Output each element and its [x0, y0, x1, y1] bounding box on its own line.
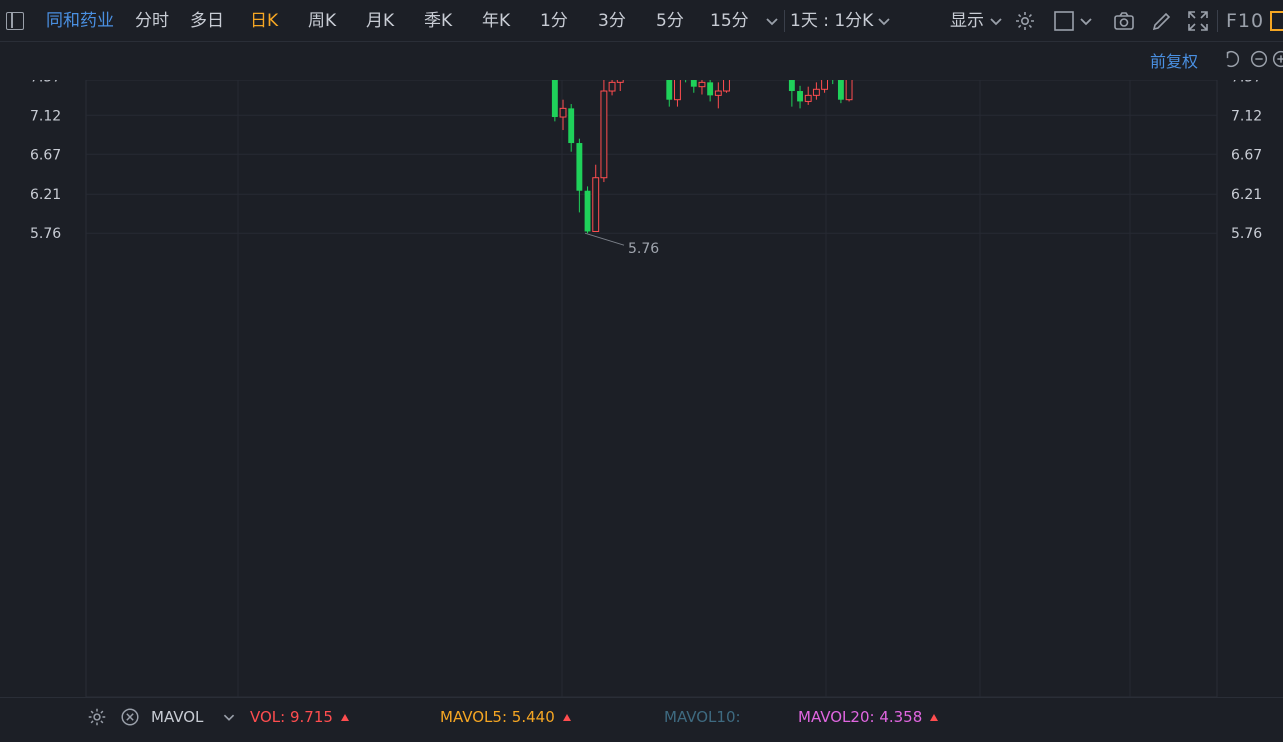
tab-1min[interactable]: 1分	[540, 0, 568, 42]
pencil-icon[interactable]	[1150, 9, 1174, 33]
mavol5-value: 5.440	[511, 708, 555, 726]
mavol5-readout: MAVOL5: 5.440	[440, 698, 571, 738]
layout-chevron-down-icon[interactable]	[1074, 9, 1098, 33]
candle-body-up	[812, 88, 820, 96]
chart-grid	[85, 80, 1218, 697]
candle-body-up	[714, 90, 722, 96]
indicator-chevron-down-icon[interactable]	[218, 706, 240, 728]
candle-body-up	[723, 80, 730, 92]
price-tick-right: 7.57	[1231, 80, 1262, 85]
tab-5min[interactable]: 5分	[656, 0, 684, 42]
candle-body-down	[788, 80, 795, 92]
candle-body-down	[797, 91, 803, 102]
stock-name[interactable]: 同和药业	[46, 0, 114, 42]
close-icon[interactable]	[119, 706, 141, 728]
indicator-settings-gear-icon[interactable]	[86, 706, 108, 728]
zoom-out-icon[interactable]	[1248, 48, 1270, 70]
vol-readout: VOL: 9.715	[250, 698, 349, 738]
candle-body-up	[592, 177, 600, 232]
mavol20-readout: MAVOL20: 4.358	[798, 698, 939, 738]
price-tick-right: 7.12	[1231, 108, 1262, 124]
price-tick-right: 5.76	[1231, 226, 1262, 242]
price-tick-left: 7.57	[30, 80, 61, 85]
tab-yearly-k[interactable]: 年K	[482, 0, 510, 42]
candle-body-down	[707, 82, 714, 96]
tab-monthly-k[interactable]: 月K	[366, 0, 394, 42]
up-triangle-icon	[340, 714, 349, 721]
price-tick-left: 5.76	[30, 226, 61, 242]
candle-body-up	[821, 80, 829, 90]
candle-body-up	[600, 90, 608, 179]
price-tick-right: 6.21	[1231, 187, 1262, 203]
tab-quarterly-k[interactable]: 季K	[424, 0, 452, 42]
tab-multi-day[interactable]: 多日	[190, 0, 224, 42]
zoom-in-icon[interactable]	[1270, 48, 1283, 70]
sidebar-toggle-icon[interactable]	[6, 12, 24, 30]
price-axis-right: 12.1011.6411.1910.7410.299.839.388.938.4…	[1231, 80, 1262, 242]
undo-icon[interactable]	[1222, 48, 1244, 70]
candle-body-down	[568, 108, 575, 144]
low-price-label: 5.76	[628, 241, 659, 257]
mavol20-label: MAVOL20:	[798, 708, 875, 726]
price-axis-left: 12.1011.6411.1910.7410.299.839.388.938.4…	[30, 80, 61, 242]
candle-body-down	[551, 80, 558, 118]
candle-body-up	[804, 94, 812, 102]
side-panel-tab[interactable]	[1270, 11, 1283, 31]
candle-body-up	[608, 81, 616, 92]
tab-weekly-k[interactable]: 周K	[308, 0, 336, 42]
price-tick-left: 6.21	[30, 187, 61, 203]
candle-body-up	[698, 81, 706, 88]
gear-icon[interactable]	[1013, 9, 1037, 33]
vol-value: 9.715	[290, 708, 333, 726]
tab-intraday[interactable]: 分时	[135, 0, 169, 42]
square-icon[interactable]	[1052, 9, 1076, 33]
up-triangle-icon	[930, 714, 939, 721]
vol-label: VOL:	[250, 708, 286, 726]
candle-body-up	[845, 80, 853, 101]
range-chevron-down-icon[interactable]	[872, 9, 896, 33]
candle-body-down	[666, 80, 673, 100]
display-menu[interactable]: 显示	[950, 0, 984, 42]
candle-body-up	[616, 80, 624, 83]
plot-frame	[85, 80, 1218, 697]
up-triangle-icon	[562, 714, 571, 721]
mavol20-value: 4.358	[879, 708, 923, 726]
adjust-mode-link[interactable]: 前复权	[1150, 48, 1198, 72]
candle-body-up	[674, 80, 681, 101]
chevron-down-icon[interactable]	[760, 9, 784, 33]
candlestick-chart[interactable]: 12.1011.6411.1910.7410.299.839.388.938.4…	[0, 80, 1283, 697]
tab-daily-k[interactable]: 日K	[250, 0, 278, 42]
price-tick-left: 7.12	[30, 108, 61, 124]
divider	[784, 10, 785, 32]
divider	[1217, 10, 1218, 32]
fullscreen-icon[interactable]	[1186, 9, 1210, 33]
range-selector[interactable]: 1天 : 1分K	[790, 0, 873, 42]
mavol5-label: MAVOL5:	[440, 708, 508, 726]
candle-body-down	[584, 190, 591, 232]
candle-body-up	[559, 107, 567, 118]
f10-button[interactable]: F10	[1226, 0, 1264, 42]
chart-toolbar: 同和药业 分时 多日 日K 周K 月K 季K 年K 1分 3分 5分 15分 1…	[0, 0, 1283, 42]
price-tick-left: 6.67	[30, 147, 61, 163]
tab-15min[interactable]: 15分	[710, 0, 749, 42]
candle-body-down	[690, 80, 697, 87]
candle-body-down	[837, 80, 844, 100]
camera-icon[interactable]	[1112, 9, 1136, 33]
volume-indicator-bar: MAVOL VOL: 9.715 MAVOL5: 5.440 MAVOL10: …	[0, 697, 1283, 742]
price-tick-right: 6.67	[1231, 147, 1262, 163]
tab-3min[interactable]: 3分	[598, 0, 626, 42]
mavol10-readout: MAVOL10:	[664, 708, 741, 726]
indicator-name[interactable]: MAVOL	[151, 698, 203, 738]
display-chevron-down-icon[interactable]	[984, 9, 1008, 33]
candle-body-down	[576, 143, 583, 191]
